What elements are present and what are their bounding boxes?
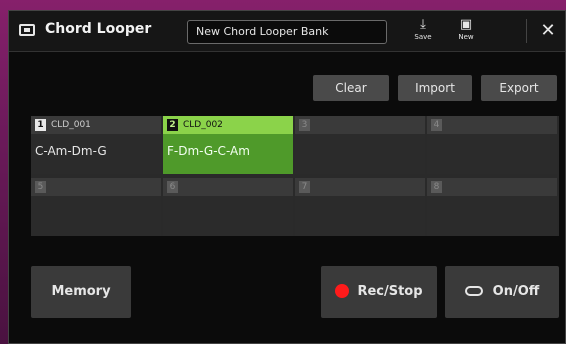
slot-number: 8 [431, 181, 442, 193]
slot-body [163, 196, 293, 236]
slot-number: 7 [299, 181, 310, 193]
save-icon: ⤓ [420, 17, 426, 32]
titlebar-divider [526, 19, 527, 43]
close-icon: ✕ [540, 20, 556, 41]
clear-button[interactable]: Clear [313, 75, 389, 101]
chord-looper-icon [19, 24, 35, 36]
loop-icon [464, 285, 483, 296]
slot-name: CLD_002 [183, 120, 223, 130]
slot-number: 3 [299, 119, 310, 131]
export-button[interactable]: Export [481, 75, 557, 101]
import-button[interactable]: Import [398, 75, 472, 101]
new-bank-icon: ▣ [459, 17, 473, 32]
slot-body [427, 196, 557, 236]
slot-number: 1 [35, 119, 46, 131]
bank-slot-4[interactable]: 4 [427, 116, 557, 174]
slot-body [31, 196, 161, 236]
titlebar: Chord Looper New Chord Looper Bank ⤓ Sav… [9, 11, 565, 52]
slot-header [427, 178, 557, 196]
slot-number: 4 [431, 119, 442, 131]
record-icon [335, 283, 350, 298]
bank-slot-3[interactable]: 3 [295, 116, 425, 174]
slot-body: C-Am-Dm-G [31, 134, 161, 174]
window-title: Chord Looper [45, 21, 152, 37]
on-off-label: On/Off [492, 284, 540, 299]
slot-body [295, 196, 425, 236]
slot-header [163, 178, 293, 196]
new-label: New [458, 33, 474, 41]
new-button[interactable]: ▣ New [453, 17, 479, 47]
chord-looper-window: Chord Looper New Chord Looper Bank ⤓ Sav… [8, 10, 566, 344]
bank-slot-7[interactable]: 7 [295, 178, 425, 236]
bank-name-field[interactable]: New Chord Looper Bank [187, 20, 387, 44]
slot-header [295, 178, 425, 196]
bank-slot-1[interactable]: 1 CLD_001 C-Am-Dm-G [31, 116, 161, 174]
slot-name: CLD_001 [51, 120, 91, 130]
bank-slot-6[interactable]: 6 [163, 178, 293, 236]
slot-header [295, 116, 425, 134]
slot-number: 6 [167, 181, 178, 193]
slot-header [427, 116, 557, 134]
slot-body: F-Dm-G-C-Am [163, 134, 293, 174]
chord-bank-grid: 1 CLD_001 C-Am-Dm-G 2 CLD_002 F-Dm-G-C-A… [31, 116, 559, 236]
slot-body [427, 134, 557, 174]
bank-slot-2[interactable]: 2 CLD_002 F-Dm-G-C-Am [163, 116, 293, 174]
save-button[interactable]: ⤓ Save [410, 17, 436, 47]
slot-chords: F-Dm-G-C-Am [167, 144, 250, 158]
slot-chords: C-Am-Dm-G [35, 144, 107, 158]
close-button[interactable]: ✕ [537, 20, 559, 42]
rec-stop-button[interactable]: Rec/Stop [321, 266, 437, 318]
bank-slot-8[interactable]: 8 [427, 178, 557, 236]
slot-number: 5 [35, 181, 46, 193]
rec-stop-label: Rec/Stop [357, 284, 423, 299]
on-off-button[interactable]: On/Off [445, 266, 559, 318]
bank-slot-5[interactable]: 5 [31, 178, 161, 236]
save-label: Save [414, 33, 432, 41]
slot-number: 2 [167, 119, 178, 131]
slot-header [31, 178, 161, 196]
slot-body [295, 134, 425, 174]
memory-button[interactable]: Memory [31, 266, 131, 318]
